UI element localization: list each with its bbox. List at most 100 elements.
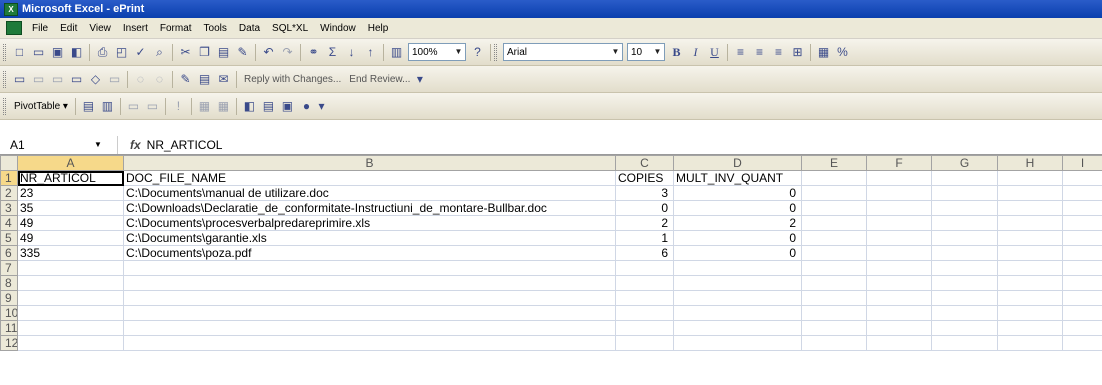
cell-c3[interactable]: 0 [615, 200, 674, 216]
properties-icon[interactable]: ● [298, 98, 315, 115]
align-right-icon[interactable]: ≡ [770, 44, 787, 61]
cell[interactable] [866, 185, 932, 201]
row-header[interactable]: 4 [0, 215, 18, 231]
zoom-select[interactable]: 100% ▼ [408, 43, 466, 61]
permission-icon[interactable]: ◧ [68, 44, 85, 61]
formula-input[interactable]: NR_ARTICOL [147, 138, 223, 152]
cell[interactable] [123, 290, 616, 306]
cell[interactable] [801, 335, 867, 351]
next-comment-icon[interactable]: ▭ [49, 71, 66, 88]
cell[interactable] [673, 290, 802, 306]
cell[interactable] [997, 260, 1063, 276]
cell[interactable] [931, 185, 998, 201]
cell[interactable] [615, 260, 674, 276]
cell-c5[interactable]: 1 [615, 230, 674, 246]
cell[interactable] [801, 185, 867, 201]
cell[interactable] [1062, 275, 1102, 291]
toolbar-grip[interactable] [3, 97, 6, 115]
previous-comment-icon[interactable]: ▭ [30, 71, 47, 88]
cell[interactable] [615, 290, 674, 306]
delete-comment-icon[interactable]: ◌ [132, 71, 149, 88]
cell-c2[interactable]: 3 [615, 185, 674, 201]
cell-c1[interactable]: COPIES [615, 170, 674, 186]
cell[interactable] [1062, 215, 1102, 231]
cell[interactable] [997, 170, 1063, 186]
percent-button[interactable]: % [834, 44, 851, 61]
always-display-icon[interactable]: ▦ [215, 98, 232, 115]
cell[interactable] [673, 320, 802, 336]
cell-a5[interactable]: 49 [17, 230, 124, 246]
cell[interactable] [931, 170, 998, 186]
menu-data[interactable]: Data [233, 18, 266, 39]
show-comment-icon[interactable]: ▭ [68, 71, 85, 88]
cell[interactable] [931, 215, 998, 231]
menu-window[interactable]: Window [314, 18, 362, 39]
cell[interactable] [866, 320, 932, 336]
cell[interactable] [123, 260, 616, 276]
chart-wizard-icon[interactable]: ▥ [388, 44, 405, 61]
cell[interactable] [123, 335, 616, 351]
table-options-icon[interactable]: ▤ [260, 98, 277, 115]
cell[interactable] [673, 305, 802, 321]
row-header[interactable]: 6 [0, 245, 18, 261]
cell[interactable] [615, 335, 674, 351]
align-left-icon[interactable]: ≡ [732, 44, 749, 61]
print-icon[interactable]: ⎙ [94, 44, 111, 61]
column-header-e[interactable]: E [801, 155, 867, 171]
row-header[interactable]: 11 [0, 320, 18, 336]
new-comment-icon[interactable]: ▭ [11, 71, 28, 88]
help-icon[interactable]: ? [469, 44, 486, 61]
format-report-icon[interactable]: ▤ [80, 98, 97, 115]
cell[interactable] [123, 275, 616, 291]
cell[interactable] [931, 200, 998, 216]
cell[interactable] [1062, 170, 1102, 186]
column-header-a[interactable]: A [17, 155, 124, 171]
cell[interactable] [615, 275, 674, 291]
cell[interactable] [866, 260, 932, 276]
open-icon[interactable]: ▭ [30, 44, 47, 61]
cell[interactable] [866, 230, 932, 246]
menu-edit[interactable]: Edit [54, 18, 83, 39]
cell[interactable] [17, 260, 124, 276]
cell-b6[interactable]: C:\Documents\poza.pdf [123, 245, 616, 261]
cell[interactable] [17, 290, 124, 306]
cell[interactable] [1062, 230, 1102, 246]
row-header[interactable]: 1 [0, 170, 18, 186]
cell-a4[interactable]: 49 [17, 215, 124, 231]
show-ink-icon[interactable]: ▭ [106, 71, 123, 88]
show-all-comments-icon[interactable]: ◇ [87, 71, 104, 88]
cell[interactable] [997, 215, 1063, 231]
hyperlink-icon[interactable]: ⚭ [305, 44, 322, 61]
cell[interactable] [866, 275, 932, 291]
cell[interactable] [1062, 290, 1102, 306]
cell[interactable] [997, 200, 1063, 216]
workbook-icon[interactable] [6, 21, 22, 35]
cell-d1[interactable]: MULT_INV_QUANT [673, 170, 802, 186]
cell[interactable] [997, 230, 1063, 246]
cell[interactable] [997, 185, 1063, 201]
paste-icon[interactable]: ▤ [215, 44, 232, 61]
research-icon[interactable]: ⌕ [151, 44, 168, 61]
cell[interactable] [931, 290, 998, 306]
cell[interactable] [801, 245, 867, 261]
italic-button[interactable]: I [687, 44, 704, 61]
cell[interactable] [673, 275, 802, 291]
row-header[interactable]: 12 [0, 335, 18, 351]
autosum-icon[interactable]: Σ [324, 44, 341, 61]
cell[interactable] [931, 305, 998, 321]
track-changes-icon[interactable]: ✎ [177, 71, 194, 88]
cell[interactable] [801, 200, 867, 216]
row-header[interactable]: 7 [0, 260, 18, 276]
underline-button[interactable]: U [706, 44, 723, 61]
cell-b1[interactable]: DOC_FILE_NAME [123, 170, 616, 186]
field-settings-icon[interactable]: ◧ [241, 98, 258, 115]
row-header[interactable]: 9 [0, 290, 18, 306]
cell[interactable] [1062, 335, 1102, 351]
cell[interactable] [1062, 305, 1102, 321]
cell-d5[interactable]: 0 [673, 230, 802, 246]
field-list-icon[interactable]: ▣ [279, 98, 296, 115]
chart-wizard-icon[interactable]: ▥ [99, 98, 116, 115]
cell[interactable] [1062, 320, 1102, 336]
save-icon[interactable]: ▣ [49, 44, 66, 61]
row-header[interactable]: 3 [0, 200, 18, 216]
